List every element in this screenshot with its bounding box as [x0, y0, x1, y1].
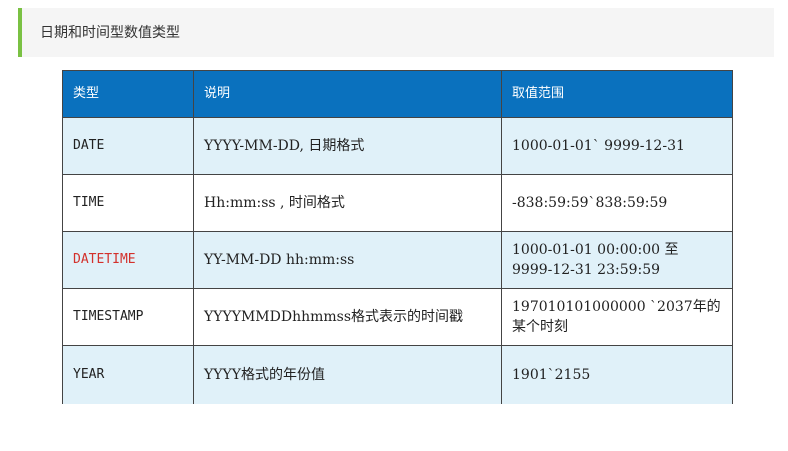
cell-range: -838:59:59`838:59:59	[501, 174, 733, 232]
table-row: TIME Hh:mm:ss , 时间格式 -838:59:59`838:59:5…	[62, 174, 733, 232]
cell-type: TIMESTAMP	[62, 288, 194, 346]
cell-description: YYYYMMDDhhmmss格式表示的时间戳	[193, 288, 502, 346]
table-row: YEAR YYYY格式的年份值 1901`2155	[62, 345, 733, 404]
cell-description: YYYY格式的年份值	[193, 345, 502, 404]
cell-range: 1901`2155	[501, 345, 733, 404]
cell-type: TIME	[62, 174, 194, 232]
cell-range: 1000-01-01 00:00:00 至 9999-12-31 23:59:5…	[501, 231, 733, 289]
table-row: DATETIME YY-MM-DD hh:mm:ss 1000-01-01 00…	[62, 231, 733, 289]
cell-description: YYYY-MM-DD, 日期格式	[193, 117, 502, 175]
cell-range: 1000-01-01` 9999-12-31	[501, 117, 733, 175]
section-title: 日期和时间型数值类型	[40, 25, 180, 41]
table-row: TIMESTAMP YYYYMMDDhhmmss格式表示的时间戳 1970101…	[62, 288, 733, 346]
table-row: DATE YYYY-MM-DD, 日期格式 1000-01-01` 9999-1…	[62, 117, 733, 175]
cell-type: YEAR	[62, 345, 194, 404]
datetime-types-table: 类型 说明 取值范围 DATE YYYY-MM-DD, 日期格式 1000-01…	[62, 70, 733, 404]
table-header-row: 类型 说明 取值范围	[62, 70, 733, 118]
header-description: 说明	[193, 70, 502, 118]
header-range: 取值范围	[501, 70, 733, 118]
cell-description: Hh:mm:ss , 时间格式	[193, 174, 502, 232]
cell-type: DATE	[62, 117, 194, 175]
header-type: 类型	[62, 70, 194, 118]
cell-description: YY-MM-DD hh:mm:ss	[193, 231, 502, 289]
cell-range: 197010101000000 `2037年的某个时刻	[501, 288, 733, 346]
section-header: 日期和时间型数值类型	[18, 8, 774, 57]
cell-type: DATETIME	[62, 231, 194, 289]
